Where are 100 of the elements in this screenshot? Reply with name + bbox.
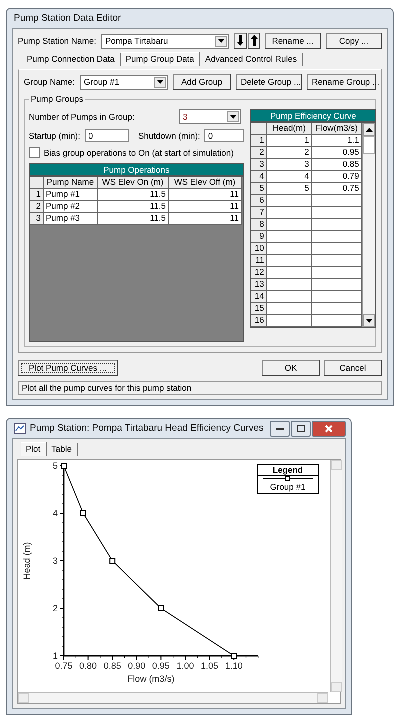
dropdown-arrow-icon	[156, 80, 164, 84]
table-header-cell	[30, 177, 44, 189]
close-button[interactable]	[312, 420, 346, 436]
table-cell	[267, 267, 312, 279]
tab[interactable]: Table	[46, 443, 78, 456]
pump-count-dropdown[interactable]: 3	[179, 109, 241, 124]
table-cell	[267, 291, 312, 303]
table-cell	[267, 219, 312, 231]
row-number: 3	[30, 213, 44, 225]
window-title: Pump Station: Pompa Tirtabaru Head Efficiency Curves	[30, 423, 264, 434]
table-cell	[267, 255, 312, 267]
row-number: 3	[251, 159, 268, 171]
table-cell: Pump #2	[44, 201, 98, 213]
maximize-icon	[297, 425, 305, 432]
table-cell	[312, 303, 362, 315]
station-name-dropdown[interactable]: Pompa Tirtabaru	[101, 34, 230, 48]
table-cell	[267, 279, 312, 291]
station-button[interactable]: Copy ...	[326, 33, 382, 49]
table-cell	[312, 207, 362, 219]
window-title: Pump Station Data Editor	[14, 13, 122, 24]
table-cell: 0.85	[312, 159, 362, 171]
scroll-thumb[interactable]	[363, 136, 376, 154]
legend-entry: Group #1	[270, 482, 306, 493]
column-header: Flow(m3/s)	[312, 123, 362, 135]
x-tick-label: 0.75	[55, 661, 73, 671]
scroll-up-icon[interactable]	[366, 128, 373, 132]
y-axis-title: Head (m)	[22, 542, 32, 580]
group-name-dropdown[interactable]: Group #1	[80, 74, 168, 90]
minimize-icon	[276, 428, 284, 430]
scrollbar[interactable]	[362, 123, 376, 327]
tab[interactable]: Pump Group Data	[120, 52, 200, 66]
station-button[interactable]: Rename ...	[264, 33, 321, 49]
table-cell	[312, 279, 362, 291]
table-cell: 0.75	[312, 183, 362, 195]
table-cell	[267, 195, 312, 207]
dropdown-arrow-icon	[218, 39, 225, 43]
table-cell	[312, 195, 362, 207]
startup-field[interactable]: 0	[84, 129, 128, 142]
table-cell: 0.79	[312, 171, 362, 183]
maximize-button[interactable]	[291, 420, 311, 436]
table-header-cell	[251, 123, 268, 135]
group-button[interactable]: Delete Group ...	[236, 74, 302, 90]
y-tick-label: 1	[52, 651, 58, 661]
status-bar: Plot all the pump curves for this pump station	[18, 381, 382, 395]
move-up-button[interactable]	[248, 33, 260, 49]
close-icon	[325, 424, 333, 432]
table-cell	[312, 243, 362, 255]
scroll-down-icon[interactable]	[366, 318, 373, 322]
field-label: Group Name:	[24, 77, 76, 87]
row-number: 8	[251, 219, 268, 231]
data-point	[80, 510, 86, 516]
column-header: Head(m)	[267, 123, 312, 135]
row-number: 12	[251, 267, 268, 279]
table-cell	[312, 219, 362, 231]
table-title: Pump Efficiency Curve	[250, 109, 376, 122]
row-number: 11	[251, 255, 268, 267]
scrollbar[interactable]	[18, 692, 328, 703]
table-cell: 1.1	[312, 135, 362, 147]
x-tick-label: 0.80	[80, 661, 98, 671]
dropdown-arrow-icon	[230, 114, 236, 118]
scrollbar[interactable]	[330, 460, 342, 692]
field-label: Startup (min):	[29, 130, 80, 140]
tab[interactable]: Plot	[21, 442, 47, 456]
x-tick-label: 1.05	[201, 661, 219, 671]
panel-title: Pump Groups	[30, 94, 84, 104]
table-cell	[312, 255, 362, 267]
shutdown-field[interactable]: 0	[204, 129, 244, 142]
table-cell: 5	[267, 183, 312, 195]
y-tick-label: 2	[52, 604, 58, 614]
table-cell: Pump #3	[44, 213, 98, 225]
row-number: 6	[251, 195, 268, 207]
y-tick-label: 5	[52, 461, 58, 471]
minimize-button[interactable]	[270, 420, 290, 436]
cancel-button[interactable]: Cancel	[324, 360, 382, 376]
ok-button[interactable]: OK	[262, 360, 320, 376]
table-cell	[267, 303, 312, 315]
table-cell: 4	[267, 171, 312, 183]
row-number: 7	[251, 207, 268, 219]
x-tick-label: 0.85	[104, 661, 122, 671]
row-number: 10	[251, 243, 268, 255]
data-point	[61, 463, 67, 469]
checkbox[interactable]	[29, 147, 40, 158]
data-point	[158, 606, 164, 612]
x-axis-title: Flow (m3/s)	[128, 674, 175, 684]
y-tick-label: 4	[52, 508, 58, 518]
row-number: 14	[251, 291, 268, 303]
plot-curves-button[interactable]: Plot Pump Curves ...	[18, 360, 118, 376]
table-cell: 11.5	[98, 213, 169, 225]
field-label: Shutdown (min):	[138, 130, 200, 140]
table-cell	[312, 267, 362, 279]
table-cell: 2	[267, 147, 312, 159]
tab[interactable]: Advanced Control Rules	[200, 53, 304, 66]
x-tick-label: 0.95	[152, 661, 170, 671]
move-down-button[interactable]	[234, 33, 247, 49]
table-cell: 1	[267, 135, 312, 147]
group-button[interactable]: Add Group	[173, 74, 232, 90]
row-number: 15	[251, 303, 268, 315]
row-number: 16	[251, 315, 268, 327]
table-title: Pump Operations	[29, 163, 244, 176]
table-cell: 11	[169, 189, 242, 201]
